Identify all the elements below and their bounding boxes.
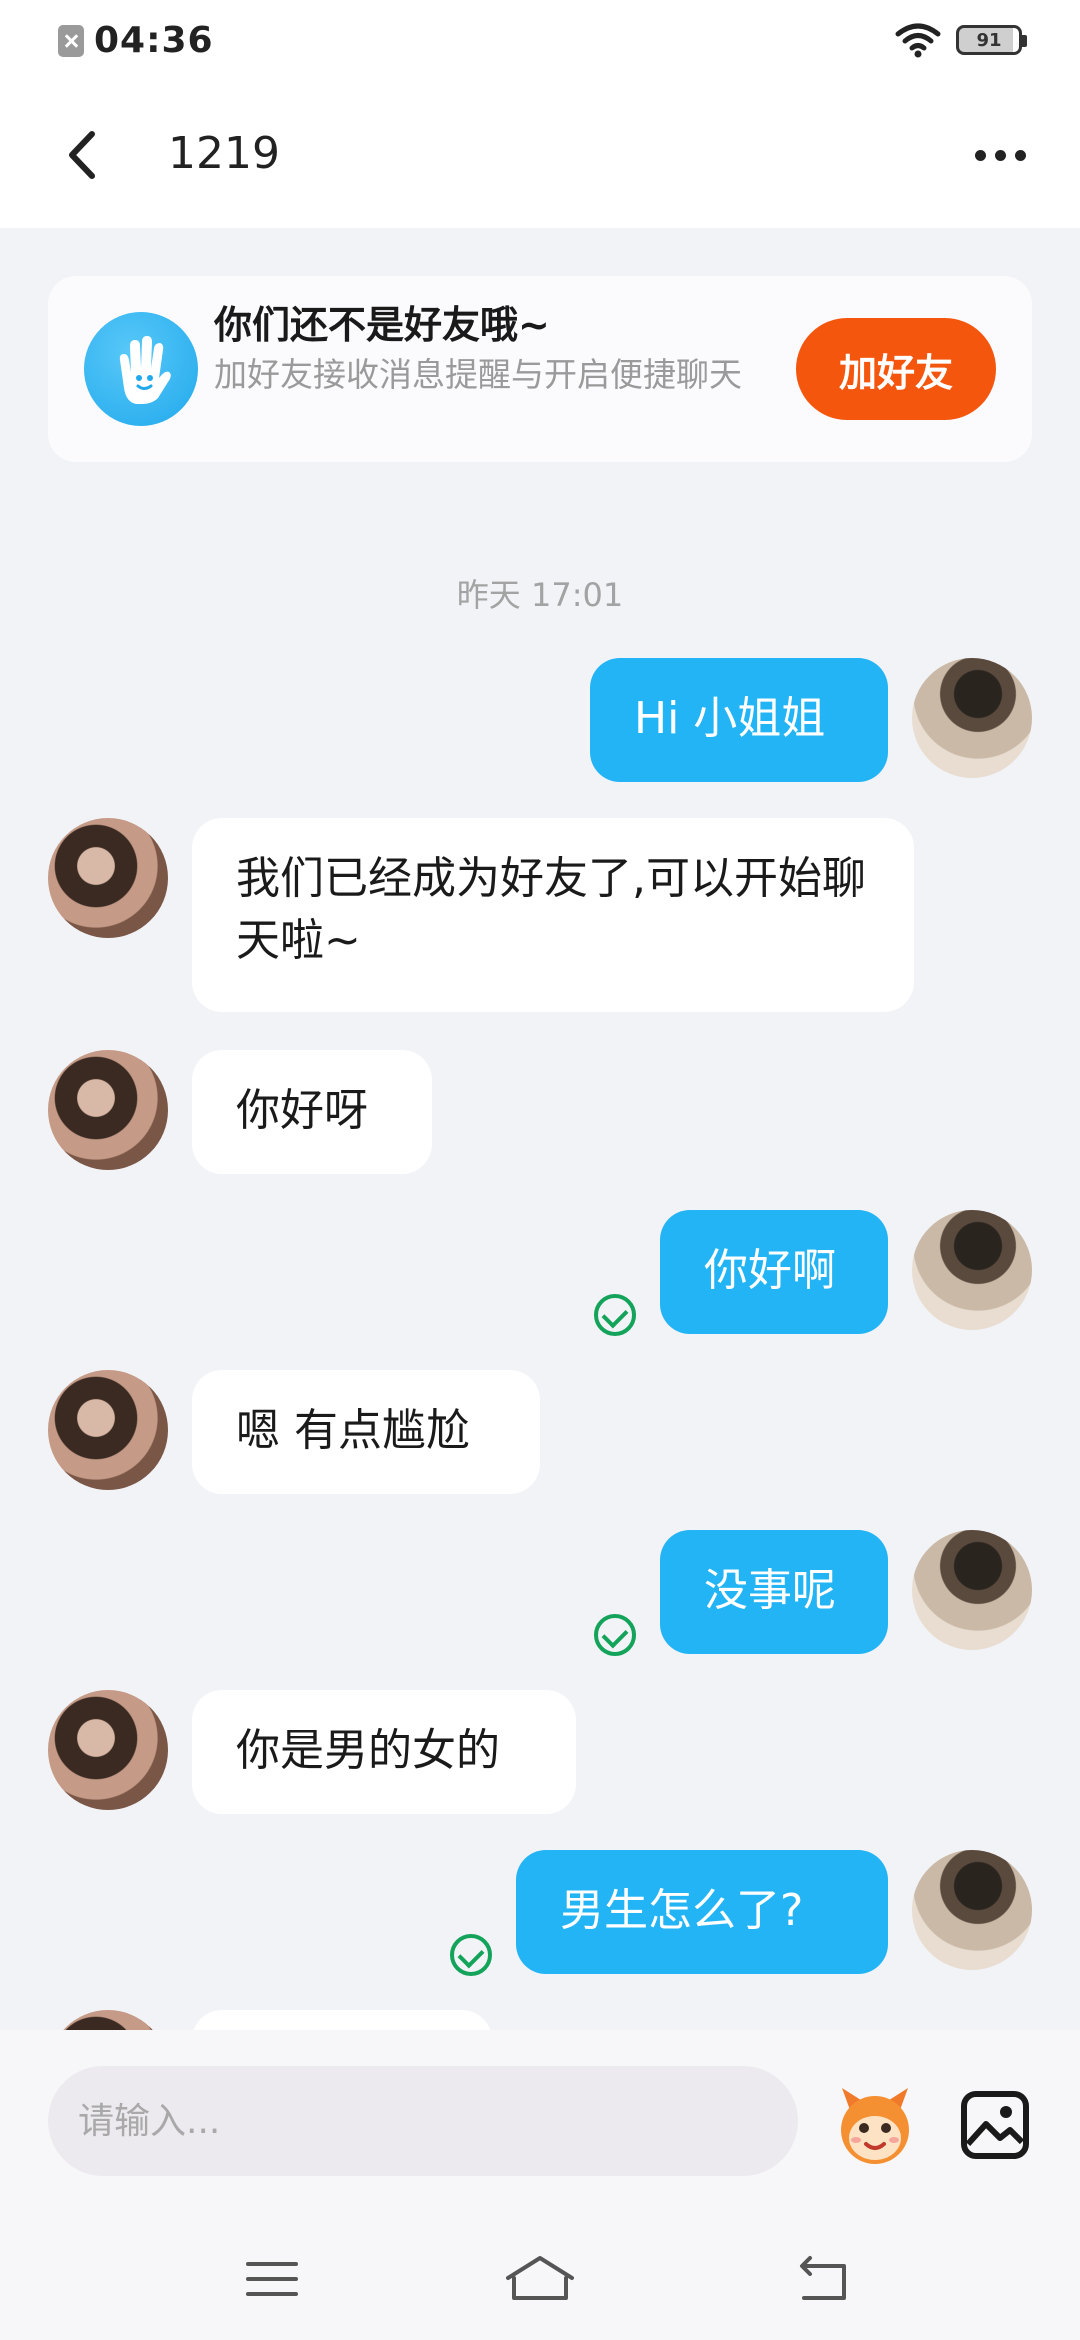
sent-message[interactable]: 没事呢 bbox=[660, 1530, 888, 1654]
status-bar: 04:36 91 bbox=[0, 0, 1080, 86]
image-icon bbox=[961, 2091, 1029, 2159]
contact-avatar[interactable] bbox=[48, 1370, 168, 1490]
sent-message[interactable]: 男生怎么了? bbox=[516, 1850, 888, 1974]
read-check-icon bbox=[450, 1934, 492, 1976]
image-button[interactable] bbox=[950, 2080, 1040, 2170]
more-dot-icon bbox=[1014, 149, 1026, 161]
battery-indicator: 91 bbox=[956, 25, 1027, 55]
received-message[interactable]: 我们已经成为好友了,可以开始聊天啦~ bbox=[192, 818, 914, 1012]
home-nav-button[interactable] bbox=[500, 2244, 580, 2314]
not-friends-card: 你们还不是好友哦~ 加好友接收消息提醒与开启便捷聊天 加好友 bbox=[48, 276, 1032, 462]
sent-message[interactable]: Hi 小姐姐 bbox=[590, 658, 888, 782]
not-friends-description: 加好友接收消息提醒与开启便捷聊天 bbox=[214, 355, 742, 394]
system-nav-bar bbox=[0, 2220, 1080, 2340]
friend-hand-icon bbox=[84, 312, 198, 426]
menu-icon bbox=[246, 2262, 298, 2296]
return-icon bbox=[800, 2256, 846, 2300]
home-icon bbox=[506, 2256, 574, 2300]
my-avatar[interactable] bbox=[912, 1530, 1032, 1650]
more-dot-icon bbox=[974, 149, 986, 161]
not-friends-title: 你们还不是好友哦~ bbox=[214, 303, 550, 347]
received-message[interactable]: 你是男的女的 bbox=[192, 1690, 576, 1814]
contact-avatar[interactable] bbox=[48, 1050, 168, 1170]
message-input[interactable] bbox=[48, 2066, 798, 2176]
input-bar bbox=[0, 2030, 1080, 2220]
more-dot-icon bbox=[994, 149, 1006, 161]
status-left: 04:36 bbox=[58, 20, 214, 61]
chat-header: 1219 bbox=[0, 86, 1080, 228]
emoji-button[interactable] bbox=[830, 2080, 920, 2170]
emoji-mascot-icon bbox=[841, 2088, 909, 2164]
chat-timestamp: 昨天 17:01 bbox=[456, 576, 624, 614]
my-avatar[interactable] bbox=[912, 1210, 1032, 1330]
add-friend-button[interactable]: 加好友 bbox=[796, 318, 996, 420]
received-message[interactable]: 你好呀 bbox=[192, 1050, 432, 1174]
received-message[interactable]: 嗯 有点尴尬 bbox=[192, 1370, 540, 1494]
my-avatar[interactable] bbox=[912, 1850, 1032, 1970]
status-time: 04:36 bbox=[94, 20, 214, 61]
sent-message[interactable]: 你好啊 bbox=[660, 1210, 888, 1334]
battery-level: 91 bbox=[976, 29, 1002, 51]
read-check-icon bbox=[594, 1614, 636, 1656]
wifi-icon bbox=[895, 23, 941, 58]
my-avatar[interactable] bbox=[912, 658, 1032, 778]
contact-avatar[interactable] bbox=[48, 1690, 168, 1810]
status-right: 91 bbox=[894, 22, 1027, 58]
more-options-button[interactable] bbox=[960, 120, 1040, 190]
read-check-icon bbox=[594, 1294, 636, 1336]
chat-title: 1219 bbox=[168, 128, 280, 179]
menu-nav-button[interactable] bbox=[232, 2244, 312, 2314]
back-nav-button[interactable] bbox=[784, 2244, 864, 2314]
back-arrow-icon bbox=[69, 131, 95, 179]
notification-icon bbox=[58, 24, 84, 57]
contact-avatar[interactable] bbox=[48, 818, 168, 938]
back-button[interactable] bbox=[50, 120, 120, 190]
